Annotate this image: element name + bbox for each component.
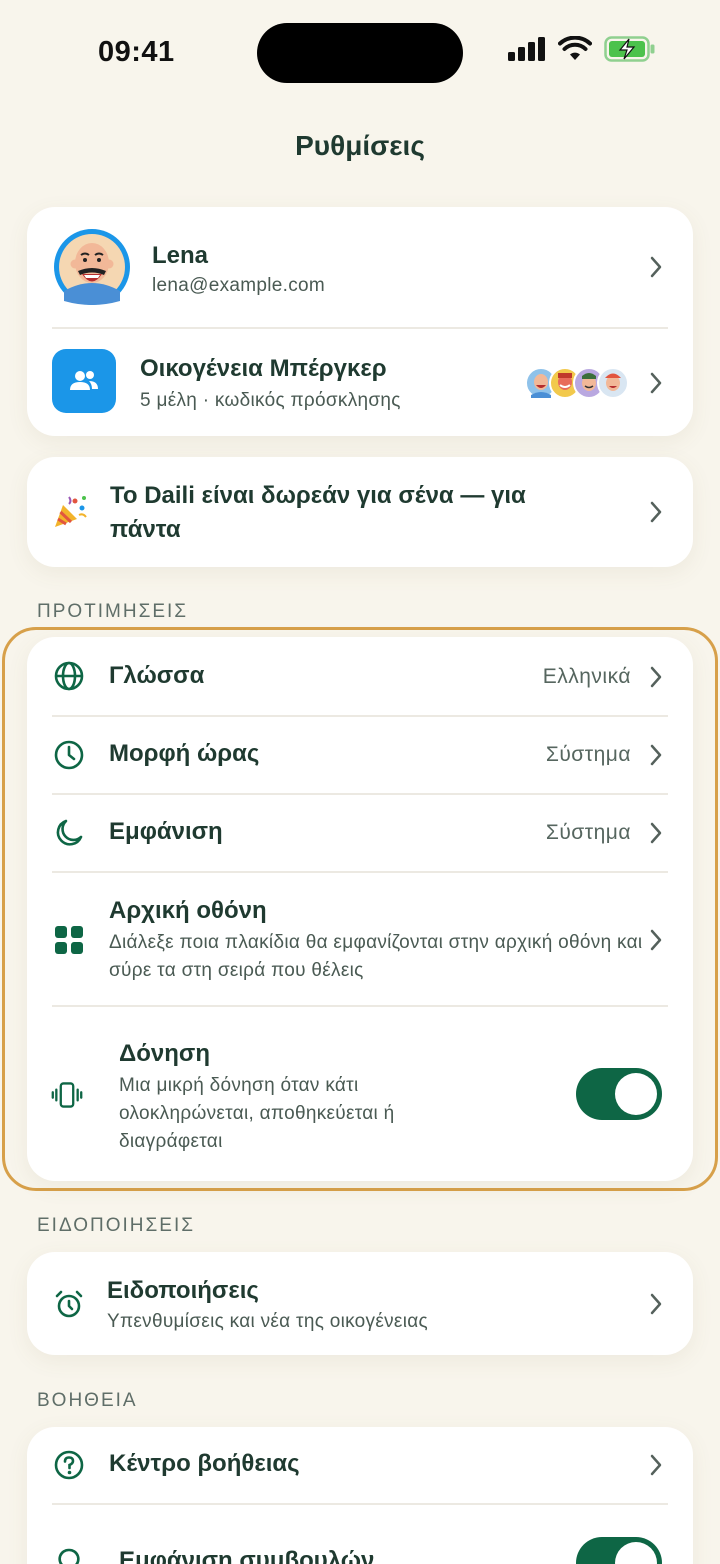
party-popper-icon [55,496,87,527]
moon-icon [56,819,83,846]
help-center-row[interactable]: Κέντρο βοήθειας [27,1427,693,1503]
cellular-signal-icon [508,37,545,61]
language-row[interactable]: Γλώσσα Ελληνικά [27,637,693,715]
people-icon [70,371,98,390]
chevron-right-icon [650,501,662,523]
wifi-icon [558,36,592,60]
vibration-icon [51,1082,83,1108]
chevron-right-icon [650,822,662,844]
chevron-right-icon [650,666,662,688]
section-label-notifications: ΕΙΔΟΠΟΙΗΣΕΙΣ [37,1215,195,1236]
family-icon-tile [52,349,116,413]
tips-row: Εμφάνιση συμβουλών [27,1505,693,1564]
notifications-description: Υπενθυμίσεις και νέα της οικογένειας [107,1311,428,1332]
home-screen-row[interactable]: Αρχική οθόνη Διάλεξε ποια πλακίδια θα εμ… [27,873,693,1005]
toggle-knob [615,1542,657,1564]
user-avatar [54,229,130,305]
profile-card: Lena lena@example.com Οικογένεια Μπέργκε… [27,207,693,436]
time-format-value: Σύστημα [545,743,631,766]
status-icons [508,36,656,62]
time-format-row[interactable]: Μορφή ώρας Σύστημα [27,717,693,793]
tips-toggle[interactable] [576,1537,662,1564]
language-value: Ελληνικά [542,665,631,688]
chevron-right-icon [650,256,662,278]
appearance-label: Εμφάνιση [109,818,223,845]
family-name: Οικογένεια Μπέργκερ [140,355,387,382]
help-circle-icon [54,1450,84,1480]
help-center-label: Κέντρο βοήθειας [109,1450,300,1477]
home-screen-description: Διάλεξε ποια πλακίδια θα εμφανίζονται στ… [109,932,643,981]
lightbulb-icon [58,1548,80,1564]
status-time: 09:41 [98,36,175,68]
appearance-row[interactable]: Εμφάνιση Σύστημα [27,795,693,871]
promo-text: Το Daili είναι δωρεάν για σένα — για πάν… [110,482,526,543]
preferences-card: Γλώσσα Ελληνικά Μορφή ώρας Σύστημα Εμφάν… [27,637,693,1181]
family-row[interactable]: Οικογένεια Μπέργκερ 5 μέλη · κωδικός πρό… [27,329,693,436]
battery-charging-icon [604,36,655,62]
toggle-knob [615,1073,657,1115]
family-member-avatars [525,367,635,399]
clock-icon [54,740,84,770]
chevron-right-icon [650,744,662,766]
tips-label: Εμφάνιση συμβουλών [119,1547,375,1564]
help-card: Κέντρο βοήθειας Εμφάνιση συμβουλών [27,1427,693,1564]
section-label-preferences: ΠΡΟΤΙΜΗΣΕΙΣ [37,601,189,622]
vibration-description: Μια μικρή δόνηση όταν κάτι ολοκληρώνεται… [119,1075,395,1152]
chevron-right-icon [650,372,662,394]
alarm-clock-icon [55,1290,83,1318]
profile-name: Lena [152,242,209,269]
page-title: Ρυθμίσεις [295,130,425,161]
grid-icon [55,926,83,954]
vibration-toggle[interactable] [576,1068,662,1120]
vibration-row: Δόνηση Μια μικρή δόνηση όταν κάτι ολοκλη… [27,1007,693,1181]
status-bar: 09:41 [0,0,720,104]
vibration-label: Δόνηση [119,1040,210,1067]
profile-row[interactable]: Lena lena@example.com [27,207,693,327]
chevron-right-icon [650,1293,662,1315]
time-format-label: Μορφή ώρας [109,740,260,767]
language-label: Γλώσσα [109,662,205,689]
home-screen-label: Αρχική οθόνη [109,897,267,924]
chevron-right-icon [650,929,662,951]
dynamic-island [257,23,463,83]
promo-card[interactable]: Το Daili είναι δωρεάν για σένα — για πάν… [27,457,693,567]
chevron-right-icon [650,1454,662,1476]
profile-email: lena@example.com [152,275,325,296]
notifications-label: Ειδοποιήσεις [107,1277,259,1304]
notifications-card[interactable]: Ειδοποιήσεις Υπενθυμίσεις και νέα της οι… [27,1252,693,1355]
globe-icon [54,661,84,691]
appearance-value: Σύστημα [545,821,631,844]
family-subtitle: 5 μέλη · κωδικός πρόσκλησης [140,390,401,411]
member-avatar [597,367,629,399]
section-label-help: ΒΟΗΘΕΙΑ [37,1390,138,1411]
